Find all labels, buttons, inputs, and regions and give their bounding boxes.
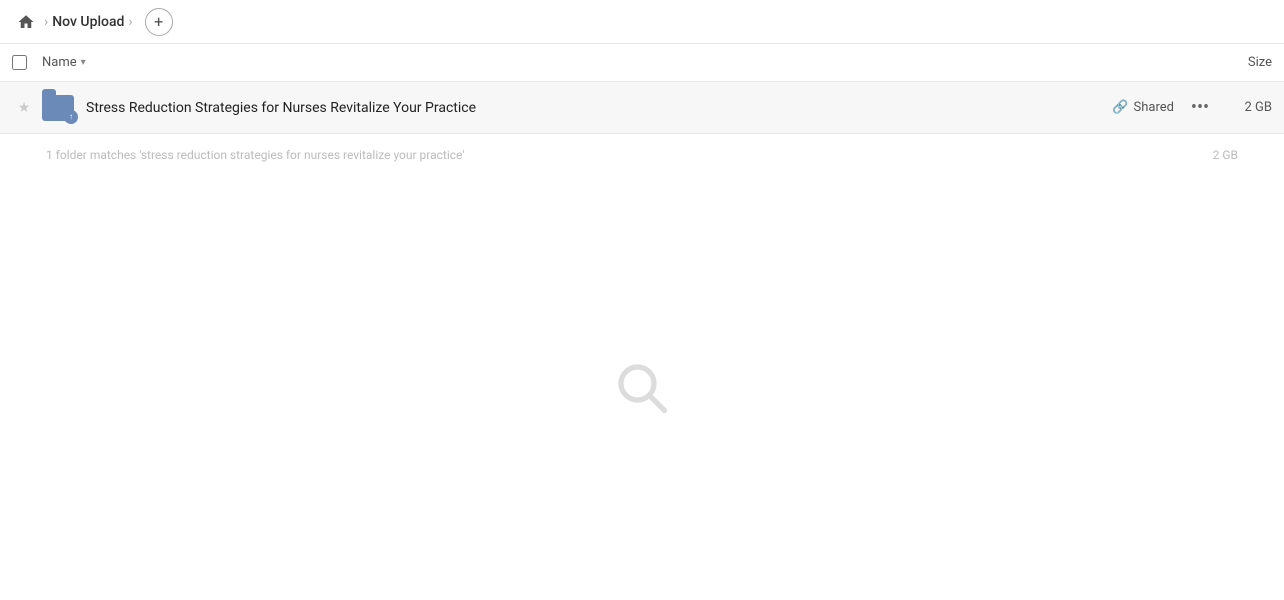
name-column-label: Name <box>42 55 77 70</box>
breadcrumb-bar: › Nov Upload › + <box>0 0 1284 44</box>
match-size-label: 2 GB <box>1213 148 1238 162</box>
sort-chevron-icon: ▾ <box>81 57 86 68</box>
name-column-header[interactable]: Name ▾ <box>42 55 1212 70</box>
breadcrumb-separator-2: › <box>128 14 132 30</box>
empty-state-area <box>0 176 1284 600</box>
breadcrumb-separator: › <box>44 14 48 30</box>
more-options-button[interactable]: ••• <box>1186 94 1214 122</box>
home-icon <box>17 13 35 31</box>
select-all-checkbox[interactable] <box>12 55 27 70</box>
star-col: ★ <box>12 100 36 116</box>
match-info-text: 1 folder matches 'stress reduction strat… <box>46 148 464 162</box>
folder-icon-wrap: ↑ <box>40 90 76 126</box>
home-button[interactable] <box>12 8 40 36</box>
breadcrumb-current-folder[interactable]: Nov Upload <box>52 14 124 30</box>
file-name-label: Stress Reduction Strategies for Nurses R… <box>86 100 1112 116</box>
column-headers: Name ▾ Size <box>0 44 1284 82</box>
shared-badge[interactable]: 🔗 Shared <box>1112 100 1174 115</box>
upload-arrow-icon: ↑ <box>69 112 73 121</box>
file-size-label: 2 GB <box>1222 100 1272 115</box>
file-list-row[interactable]: ★ ↑ Stress Reduction Strategies for Nurs… <box>0 82 1284 134</box>
link-icon: 🔗 <box>1112 100 1128 115</box>
select-all-checkbox-col[interactable] <box>12 55 42 70</box>
add-item-button[interactable]: + <box>145 8 173 36</box>
match-info-bar: 1 folder matches 'stress reduction strat… <box>0 134 1284 176</box>
shared-label: Shared <box>1134 100 1174 115</box>
star-icon[interactable]: ★ <box>18 100 31 116</box>
size-column-header[interactable]: Size <box>1212 55 1272 70</box>
upload-overlay: ↑ <box>64 110 78 124</box>
more-options-icon: ••• <box>1191 97 1209 118</box>
search-empty-icon <box>612 358 672 418</box>
